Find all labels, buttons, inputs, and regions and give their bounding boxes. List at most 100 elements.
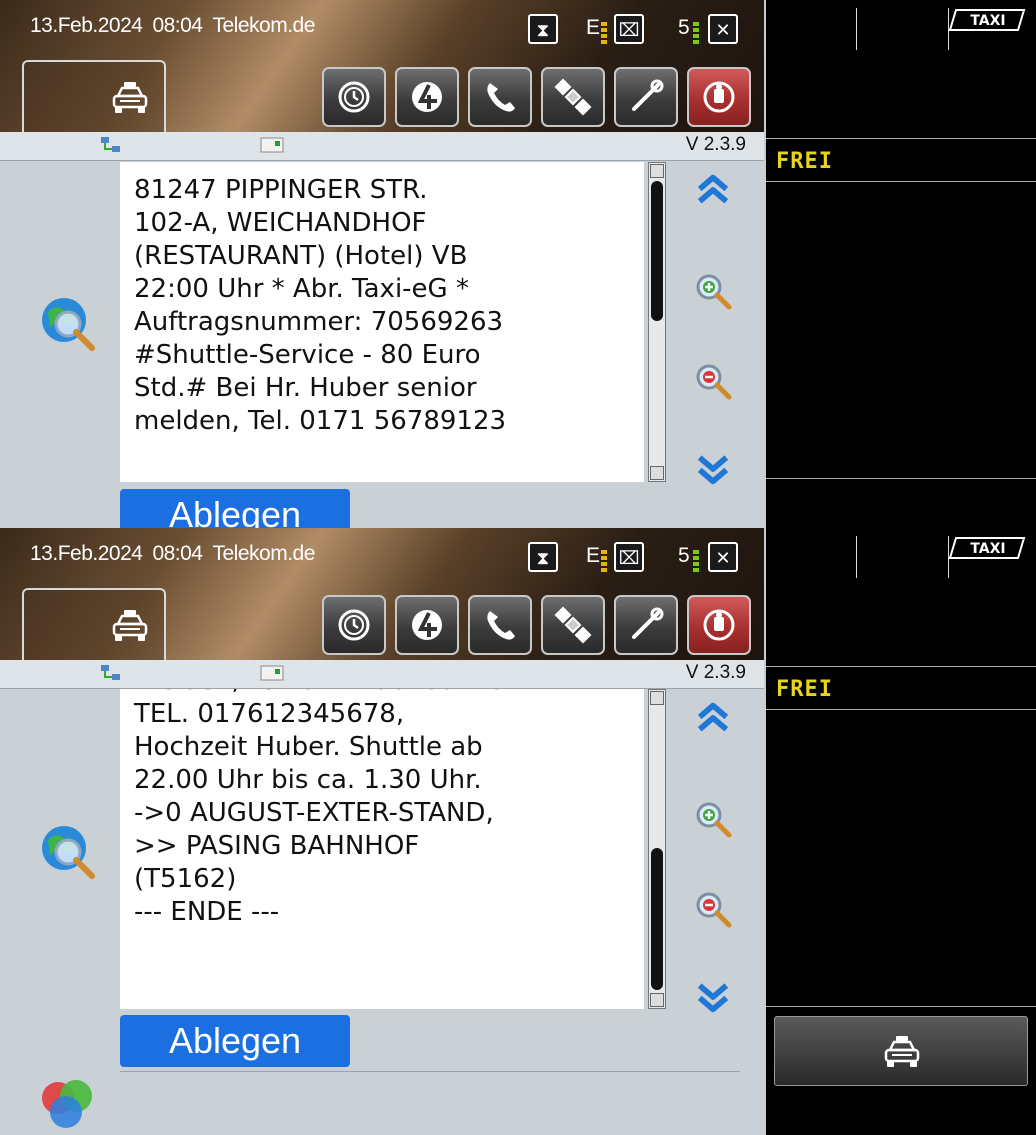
- scroll-up-icon: [694, 170, 732, 208]
- message-line: TEL. 017612345678,: [134, 699, 405, 729]
- status-free-label: FREI: [776, 677, 833, 702]
- gps-count-label: 5: [678, 16, 690, 39]
- status-free-row: FREI: [766, 666, 1036, 710]
- status-free-row: FREI: [766, 138, 1036, 182]
- ablegen-button[interactable]: Ablegen: [120, 489, 350, 528]
- network-icon: [100, 136, 122, 154]
- zoom-out-icon: [693, 361, 733, 401]
- phone-icon: [480, 605, 520, 645]
- message-text: melden, Tel. 0171 56789123 TEL. 01761234…: [120, 689, 644, 1009]
- main-panel: 13.Feb.2024 08:04 Telekom.de ⧗ E ⌧ 5 ✕ V 2…: [0, 0, 764, 528]
- sub-bar: V 2.3.9: [0, 660, 764, 689]
- status-free-label: FREI: [776, 149, 833, 174]
- screen-bottom: 13.Feb.2024 08:04 Telekom.de ⧗ E ⌧ 5 ✕ V 2…: [0, 528, 1036, 1135]
- message-line: 22.00 Uhr bis ca. 1.30 Uhr.: [134, 765, 482, 795]
- status-time: 08:04: [152, 14, 203, 37]
- main-panel: 13.Feb.2024 08:04 Telekom.de ⧗ E ⌧ 5 ✕ V 2…: [0, 528, 764, 1135]
- message-line: >> PASING BAHNHOF: [134, 831, 420, 861]
- message-line: Std.# Bei Hr. Huber senior: [134, 373, 477, 403]
- satellite-icon: [553, 77, 593, 117]
- status-tabs: TAXI: [766, 528, 1036, 586]
- status-date: 13.Feb.2024: [30, 14, 143, 37]
- status-line: 13.Feb.2024 08:04 Telekom.de: [30, 542, 325, 566]
- divider: [120, 1071, 740, 1072]
- history-icon: [334, 77, 374, 117]
- status-time: 08:04: [152, 542, 203, 565]
- compass-icon: ⧗: [528, 542, 558, 572]
- message-scrollbar[interactable]: [648, 689, 666, 1009]
- logout-icon: [699, 77, 739, 117]
- message-line: melden, Tel. 0171 56789123: [134, 406, 507, 436]
- routing-icon: [407, 605, 447, 645]
- taxi-icon: [110, 608, 150, 644]
- scroll-thumb[interactable]: [651, 848, 663, 990]
- history-button[interactable]: [322, 67, 386, 127]
- mail-icon[interactable]: [260, 664, 284, 682]
- status-line: 13.Feb.2024 08:04 Telekom.de: [30, 14, 325, 38]
- zoom-out-button[interactable]: [690, 358, 736, 404]
- compass-icon: ⧗: [528, 14, 558, 44]
- phone-button[interactable]: [468, 595, 532, 655]
- message-line: (RESTAURANT) (Hotel) VB: [134, 241, 468, 271]
- taxi-icon: [110, 80, 150, 116]
- routing-button[interactable]: [395, 67, 459, 127]
- tools-icon: [626, 605, 666, 645]
- mail-icon[interactable]: [260, 136, 284, 154]
- zoom-in-button[interactable]: [690, 796, 736, 842]
- taxi-action-button[interactable]: [774, 1016, 1028, 1086]
- message-line: melden, Tel. 0171 56789123: [120, 689, 644, 698]
- logout-icon: [699, 605, 739, 645]
- message-line: Hochzeit Huber. Shuttle ab: [134, 732, 483, 762]
- scroll-arrow-down[interactable]: [650, 993, 664, 1007]
- message-line: #Shuttle-Service - 80 Euro: [134, 340, 481, 370]
- scroll-up-button[interactable]: [690, 694, 736, 740]
- message-line: --- ENDE ---: [134, 897, 280, 927]
- message-line: Auftragsnummer: 70569263: [134, 307, 504, 337]
- scroll-up-button[interactable]: [690, 166, 736, 212]
- taxi-badge: TAXI: [948, 9, 1026, 31]
- gps-icon: ✕: [708, 14, 738, 44]
- phone-icon: [480, 77, 520, 117]
- logout-button[interactable]: [687, 67, 751, 127]
- scroll-arrow-up[interactable]: [650, 164, 664, 178]
- scroll-up-icon: [694, 698, 732, 736]
- scroll-arrow-down[interactable]: [650, 466, 664, 480]
- status-date: 13.Feb.2024: [30, 542, 143, 565]
- scroll-down-button[interactable]: [690, 974, 736, 1020]
- satellite-button[interactable]: [541, 67, 605, 127]
- version-label: V 2.3.9: [685, 662, 746, 683]
- routing-button[interactable]: [395, 595, 459, 655]
- scroll-down-button[interactable]: [690, 446, 736, 492]
- zoom-in-icon: [693, 799, 733, 839]
- zoom-out-icon: [693, 889, 733, 929]
- satellite-icon: [553, 605, 593, 645]
- gps-strength-bars: [693, 22, 699, 44]
- logout-button[interactable]: [687, 595, 751, 655]
- tools-button[interactable]: [614, 595, 678, 655]
- message-line: 81247 PIPPINGER STR.: [134, 175, 428, 205]
- zoom-in-icon: [693, 271, 733, 311]
- taxi-tab[interactable]: [22, 60, 166, 134]
- zoom-in-button[interactable]: [690, 268, 736, 314]
- sub-bar: V 2.3.9: [0, 132, 764, 161]
- network-icon: [100, 664, 122, 682]
- ablegen-button[interactable]: Ablegen: [120, 1015, 350, 1067]
- message-scrollbar[interactable]: [648, 162, 666, 482]
- gps-count-label: 5: [678, 544, 690, 567]
- status-carrier: Telekom.de: [212, 14, 316, 37]
- tools-button[interactable]: [614, 67, 678, 127]
- header: 13.Feb.2024 08:04 Telekom.de ⧗ E ⌧ 5 ✕: [0, 0, 764, 134]
- message-text: 81247 PIPPINGER STR. 102-A, WEICHANDHOF …: [120, 162, 644, 482]
- globe-search-icon[interactable]: [38, 294, 98, 354]
- globe-search-icon[interactable]: [38, 822, 98, 882]
- phone-button[interactable]: [468, 67, 532, 127]
- scroll-thumb[interactable]: [651, 181, 663, 321]
- message-line: ->0 AUGUST-EXTER-STAND,: [134, 798, 494, 828]
- taxi-tab[interactable]: [22, 588, 166, 662]
- scroll-arrow-up[interactable]: [650, 691, 664, 705]
- color-picker-icon[interactable]: [36, 1076, 98, 1132]
- status-tabs: TAXI: [766, 0, 1036, 58]
- satellite-button[interactable]: [541, 595, 605, 655]
- zoom-out-button[interactable]: [690, 886, 736, 932]
- history-button[interactable]: [322, 595, 386, 655]
